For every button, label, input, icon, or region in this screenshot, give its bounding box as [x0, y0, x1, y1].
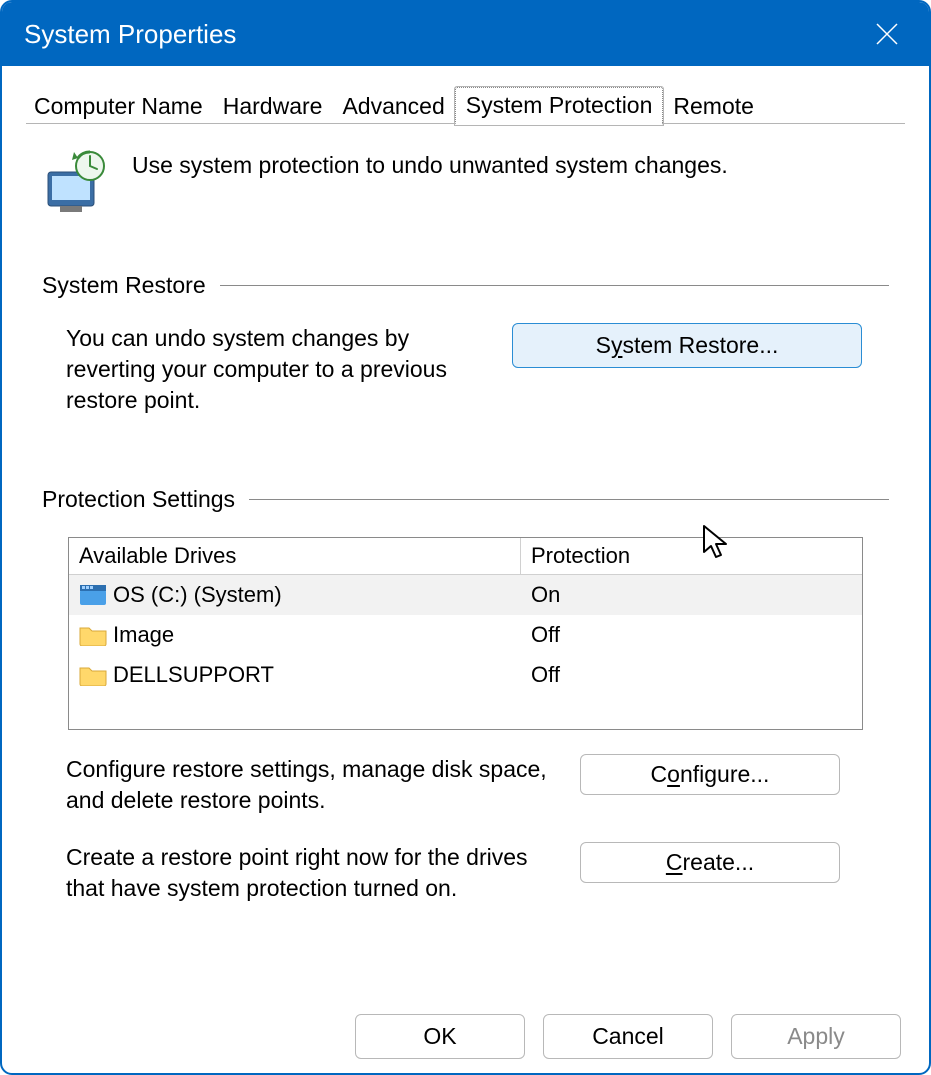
apply-button[interactable]: Apply [731, 1014, 901, 1059]
system-restore-row: You can undo system changes by reverting… [42, 323, 889, 416]
tab-remote[interactable]: Remote [663, 89, 764, 124]
folder-icon [79, 664, 107, 686]
drive-name: Image [113, 622, 174, 648]
system-drive-icon [79, 584, 107, 606]
divider [249, 499, 889, 500]
drive-row[interactable]: OS (C:) (System) On [69, 575, 862, 615]
drive-protection: On [521, 582, 862, 608]
system-properties-window: System Properties Computer Name Hardware… [0, 0, 931, 1075]
drive-name: DELLSUPPORT [113, 662, 274, 688]
col-available-drives[interactable]: Available Drives [69, 538, 521, 574]
system-protection-icon [42, 150, 112, 214]
intro: Use system protection to undo unwanted s… [42, 150, 889, 214]
configure-desc: Configure restore settings, manage disk … [66, 754, 566, 816]
system-restore-desc: You can undo system changes by reverting… [66, 323, 486, 416]
configure-row: Configure restore settings, manage disk … [42, 754, 889, 816]
tab-body: Use system protection to undo unwanted s… [2, 124, 929, 1073]
tab-computer-name[interactable]: Computer Name [24, 89, 213, 124]
system-restore-legend: System Restore [42, 272, 206, 299]
folder-icon [79, 624, 107, 646]
cancel-button[interactable]: Cancel [543, 1014, 713, 1059]
drive-row[interactable]: DELLSUPPORT Off [69, 655, 862, 695]
group-protection-settings: Protection Settings [42, 486, 889, 513]
tabstrip: Computer Name Hardware Advanced System P… [2, 66, 929, 124]
group-system-restore: System Restore [42, 272, 889, 299]
col-protection[interactable]: Protection [521, 538, 862, 574]
intro-text: Use system protection to undo unwanted s… [132, 150, 728, 179]
drive-name: OS (C:) (System) [113, 582, 282, 608]
ok-button[interactable]: OK [355, 1014, 525, 1059]
drive-protection: Off [521, 662, 862, 688]
tab-advanced[interactable]: Advanced [332, 89, 454, 124]
tab-hardware[interactable]: Hardware [213, 89, 333, 124]
close-icon [874, 21, 900, 47]
drives-empty-area [69, 695, 862, 729]
titlebar: System Properties [2, 2, 929, 66]
dialog-button-bar: OK Cancel Apply [355, 1014, 901, 1059]
close-button[interactable] [869, 16, 905, 52]
drive-protection: Off [521, 622, 862, 648]
create-button[interactable]: Create... [580, 842, 840, 883]
configure-button[interactable]: Configure... [580, 754, 840, 795]
drives-listview[interactable]: Available Drives Protection OS (C:) (Sys… [68, 537, 863, 730]
tab-system-protection[interactable]: System Protection [455, 87, 664, 125]
protection-settings-legend: Protection Settings [42, 486, 235, 513]
divider [220, 285, 889, 286]
drives-header: Available Drives Protection [69, 538, 862, 575]
window-title: System Properties [24, 19, 236, 50]
drive-row[interactable]: Image Off [69, 615, 862, 655]
create-row: Create a restore point right now for the… [42, 842, 889, 904]
system-restore-button[interactable]: System Restore... [512, 323, 862, 368]
create-desc: Create a restore point right now for the… [66, 842, 566, 904]
